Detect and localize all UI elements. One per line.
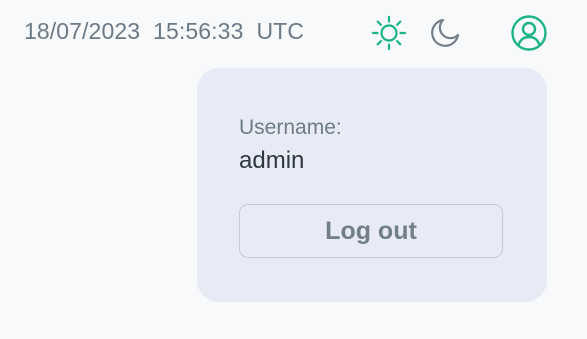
dark-theme-button[interactable] bbox=[426, 14, 464, 52]
account-button[interactable] bbox=[508, 12, 550, 54]
time-text: 15:56:33 bbox=[153, 18, 244, 44]
light-theme-button[interactable] bbox=[369, 13, 409, 53]
username-label: Username: bbox=[239, 116, 342, 139]
sun-icon bbox=[371, 15, 407, 51]
timezone-text: UTC bbox=[256, 18, 305, 44]
top-bar: 18/07/2023 15:56:33 UTC bbox=[0, 0, 587, 66]
clock-display: 18/07/2023 15:56:33 UTC bbox=[24, 18, 304, 45]
account-menu-popup: Username: admin Log out bbox=[197, 68, 547, 302]
moon-icon bbox=[431, 18, 460, 47]
username-value: admin bbox=[239, 147, 305, 174]
logout-button[interactable]: Log out bbox=[239, 204, 503, 258]
date-text: 18/07/2023 bbox=[24, 18, 141, 44]
user-circle-icon bbox=[511, 15, 547, 51]
